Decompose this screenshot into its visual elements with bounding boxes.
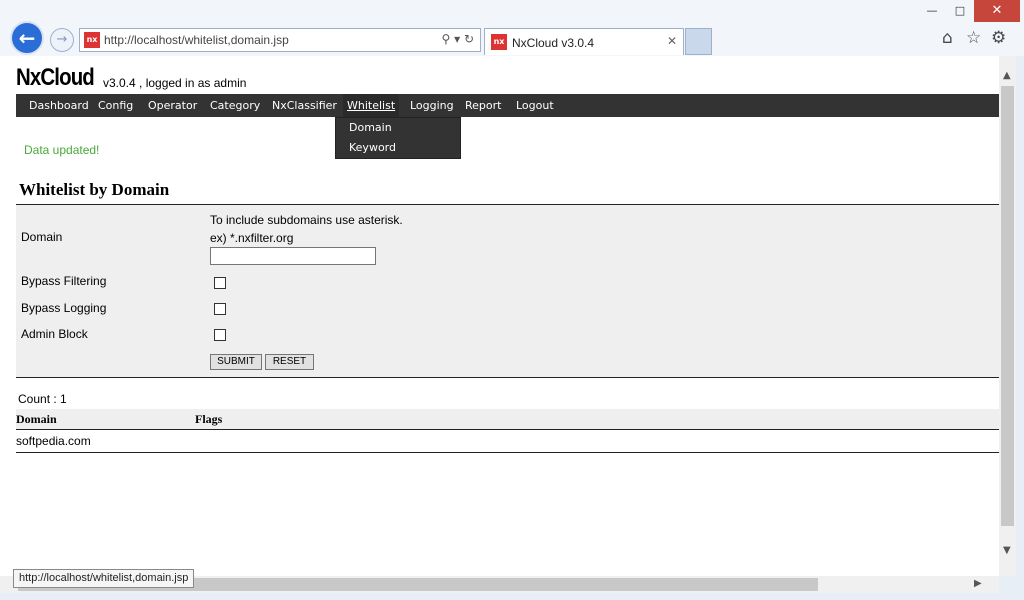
tab-favicon-icon: nx (491, 34, 507, 50)
back-icon[interactable]: ← (10, 21, 44, 55)
app-brand: NxCloud (16, 64, 95, 91)
browser-tab[interactable]: nx NxCloud v3.0.4 ✕ (484, 28, 684, 55)
dropdown-arrow-icon[interactable]: ▾ (454, 32, 460, 46)
dropdown-item-domain[interactable]: Domain (349, 118, 392, 138)
new-tab-button[interactable] (685, 28, 712, 55)
domain-input[interactable] (210, 247, 376, 265)
scroll-up-icon[interactable]: ▲ (1003, 70, 1011, 81)
domain-label: Domain (21, 230, 63, 244)
nav-nxclassifier[interactable]: NxClassifier (272, 94, 337, 117)
app-subtitle: v3.0.4 , logged in as admin (103, 76, 247, 90)
nav-operator[interactable]: Operator (148, 94, 197, 117)
nav-logout[interactable]: Logout (516, 94, 554, 117)
tab-close-icon[interactable]: ✕ (667, 34, 677, 48)
search-icon[interactable]: ⚲ (441, 32, 450, 46)
nav-whitelist[interactable]: Whitelist (343, 94, 400, 117)
maximize-button[interactable]: □ (946, 0, 974, 22)
domain-hint-line1: To include subdomains use asterisk. (210, 213, 403, 227)
tab-title: NxCloud v3.0.4 (512, 36, 595, 50)
table-row[interactable]: softpedia.com (16, 430, 999, 453)
page-viewport: NxCloud v3.0.4 , logged in as admin Dash… (0, 56, 999, 576)
vertical-scroll-thumb[interactable] (1001, 86, 1014, 526)
home-icon[interactable]: ⌂ (942, 28, 953, 48)
favorites-star-icon[interactable]: ☆ (966, 28, 981, 48)
dropdown-item-keyword[interactable]: Keyword (349, 138, 396, 158)
admin-block-checkbox[interactable] (214, 329, 226, 341)
address-url[interactable]: http://localhost/whitelist,domain.jsp (104, 33, 289, 47)
page-title: Whitelist by Domain (19, 180, 170, 199)
main-nav: Dashboard Config Operator Category NxCla… (16, 94, 999, 117)
domain-hint-line2: ex) *.nxfilter.org (210, 231, 294, 245)
column-header-domain: Domain (16, 412, 57, 426)
bypass-filtering-label: Bypass Filtering (21, 274, 107, 288)
reset-button[interactable]: RESET (265, 354, 314, 370)
settings-gear-icon[interactable]: ⚙ (991, 28, 1006, 48)
whitelist-form: To include subdomains use asterisk. Doma… (16, 204, 999, 378)
scroll-down-icon[interactable]: ▼ (1003, 545, 1011, 556)
forward-icon[interactable]: → (50, 28, 74, 52)
table-header: Domain Flags (16, 409, 999, 430)
result-count: Count : 1 (18, 392, 67, 406)
nav-logging[interactable]: Logging (410, 94, 454, 117)
browser-window: — □ ✕ ← → nx http://localhost/whitelist,… (0, 0, 1024, 600)
nav-dashboard[interactable]: Dashboard (29, 94, 89, 117)
address-bar[interactable]: nx http://localhost/whitelist,domain.jsp… (79, 28, 481, 52)
whitelist-dropdown-menu: Domain Keyword (335, 117, 461, 159)
row-domain-cell[interactable]: softpedia.com (16, 434, 91, 448)
bypass-logging-checkbox[interactable] (214, 303, 226, 315)
nav-config[interactable]: Config (98, 94, 133, 117)
status-bar-url: http://localhost/whitelist,domain.jsp (13, 569, 195, 588)
scroll-right-icon[interactable]: ▶ (974, 578, 982, 589)
minimize-button[interactable]: — (918, 0, 946, 22)
bypass-logging-label: Bypass Logging (21, 301, 107, 315)
browser-chrome: — □ ✕ ← → nx http://localhost/whitelist,… (0, 0, 1024, 56)
admin-block-label: Admin Block (21, 327, 88, 341)
bypass-filtering-checkbox[interactable] (214, 277, 226, 289)
refresh-icon[interactable]: ↻ (464, 32, 474, 46)
nav-category[interactable]: Category (210, 94, 260, 117)
site-favicon-icon: nx (84, 32, 100, 48)
column-header-flags: Flags (195, 412, 223, 426)
nav-report[interactable]: Report (465, 94, 501, 117)
success-message: Data updated! (24, 143, 100, 157)
close-window-button[interactable]: ✕ (974, 0, 1020, 22)
address-tools: ⚲ ▾ ↻ (441, 32, 474, 46)
submit-button[interactable]: SUBMIT (210, 354, 262, 370)
